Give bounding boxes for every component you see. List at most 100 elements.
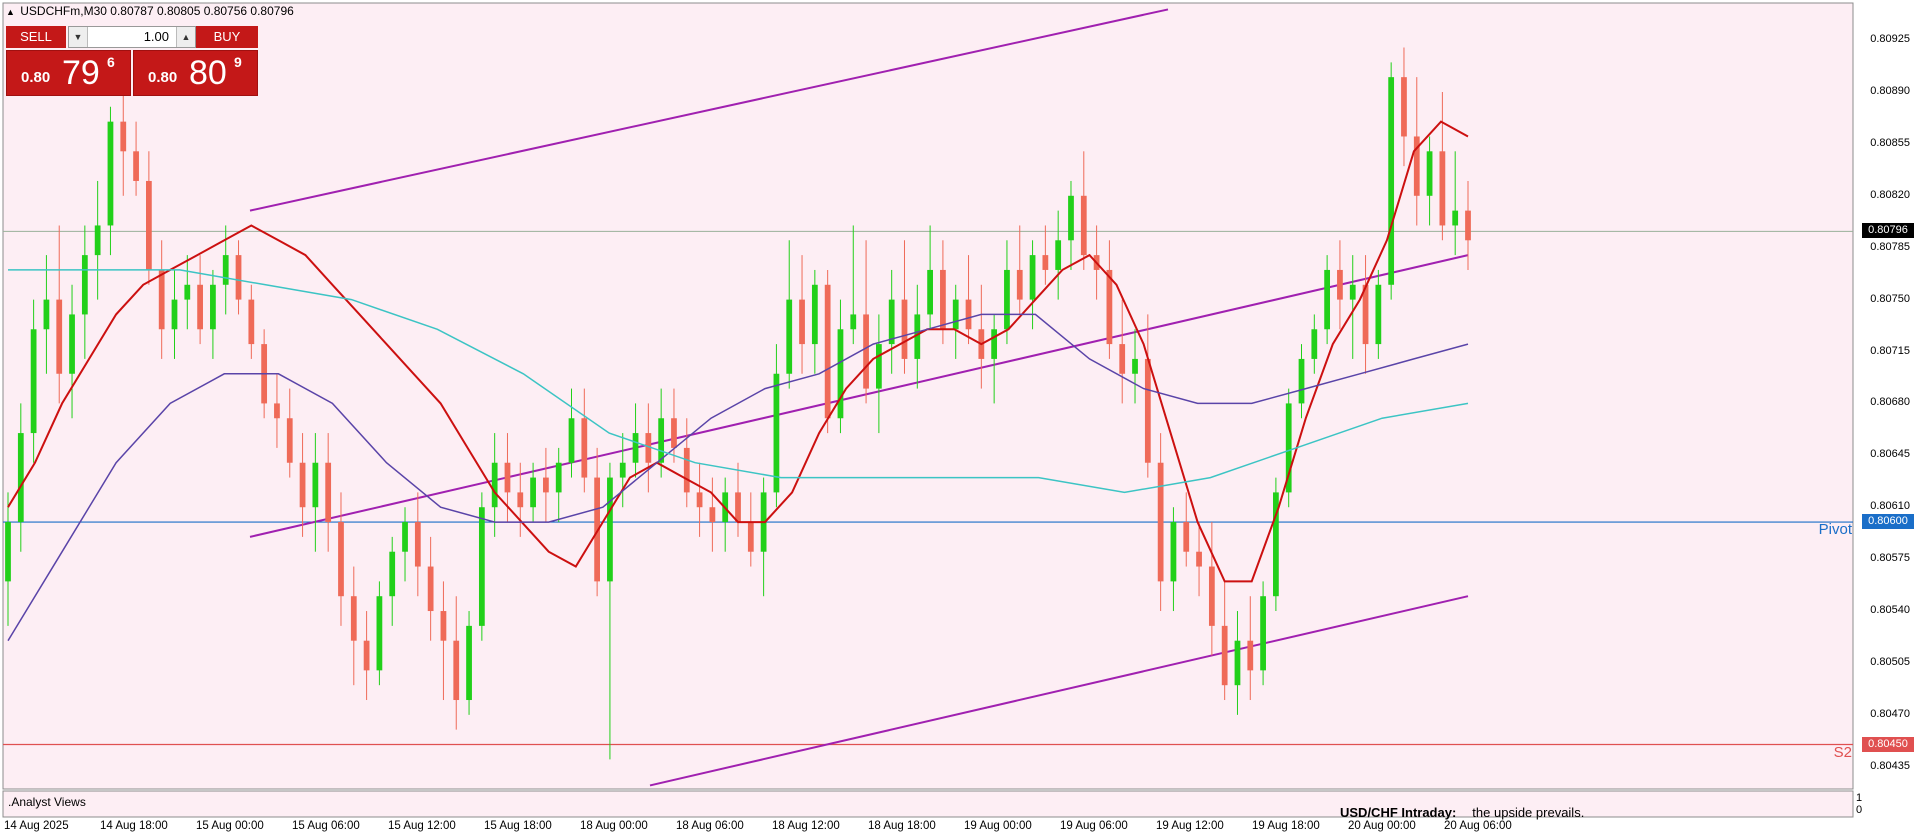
candle-body: [632, 433, 639, 463]
time-tick-label: 20 Aug 00:00: [1348, 820, 1416, 832]
candle-body: [1311, 329, 1318, 359]
candle-body: [940, 269, 946, 330]
price-tick-label: 0.80715: [1870, 344, 1910, 357]
candle-body: [863, 314, 869, 389]
analyst-news: USD/CHF Intraday: the upside prevails.: [1340, 805, 1584, 820]
volume-field[interactable]: ▼ 1.00 ▲: [68, 26, 196, 48]
candle-body: [402, 522, 408, 552]
candle-body: [363, 640, 370, 671]
indicator-name: .Analyst Views: [8, 795, 86, 809]
candle: [466, 611, 472, 715]
candle-body: [1221, 625, 1228, 686]
volume-decrease-icon[interactable]: ▼: [69, 27, 88, 47]
candle-body: [888, 299, 895, 345]
candle-body: [56, 299, 63, 374]
candle-body: [94, 225, 101, 256]
bid-sup: 6: [107, 54, 115, 70]
volume-value[interactable]: 1.00: [89, 27, 175, 47]
indicator-scale-bottom: 0: [1856, 804, 1863, 816]
candle-body: [197, 284, 203, 330]
price-tick-label: 0.80750: [1870, 292, 1910, 305]
candle-body: [427, 566, 434, 612]
news-text: the upside prevails.: [1472, 805, 1585, 820]
price-tick-label: 0.80925: [1870, 33, 1910, 46]
price-tick-label: 0.80610: [1870, 500, 1910, 513]
candle-body: [81, 255, 88, 315]
candle: [824, 269, 831, 434]
candle-body: [414, 522, 421, 567]
candle-body: [824, 284, 831, 419]
price-tick-label: 0.80890: [1870, 84, 1910, 97]
candle-body: [1426, 151, 1433, 196]
candle-body: [1439, 151, 1446, 226]
candle-body: [1183, 522, 1190, 552]
time-tick-label: 18 Aug 12:00: [772, 820, 840, 832]
bid-big: 79: [62, 54, 100, 92]
time-tick-label: 14 Aug 2025: [4, 820, 69, 832]
candle-body: [991, 329, 998, 359]
bid-price-button[interactable]: 0.80 79 6: [6, 50, 131, 96]
candle-body: [286, 418, 293, 463]
one-click-trading-panel: SELL ▼ 1.00 ▲ BUY 0.80 79 6 0.80 80 9: [6, 26, 258, 96]
price-chart[interactable]: [0, 0, 1916, 840]
time-tick-label: 15 Aug 18:00: [484, 820, 552, 832]
candle-body: [5, 522, 11, 582]
s2-label: S2: [1833, 743, 1852, 761]
candle-body: [811, 284, 818, 345]
candle-body: [683, 447, 690, 493]
candle-body: [568, 418, 575, 463]
candle-body: [1247, 640, 1254, 671]
candle-body: [478, 507, 485, 626]
time-tick-label: 19 Aug 00:00: [964, 820, 1032, 832]
sell-button[interactable]: SELL: [6, 26, 66, 48]
volume-increase-icon[interactable]: ▲: [176, 27, 195, 47]
candle-body: [927, 269, 933, 315]
candle-body: [1004, 269, 1010, 330]
candle-body: [325, 462, 332, 523]
candle-body: [312, 462, 319, 508]
candle-body: [1452, 210, 1459, 226]
s2-price-tag: 0.80450: [1862, 736, 1914, 752]
time-tick-label: 19 Aug 12:00: [1156, 820, 1224, 832]
symbol-title: ▲ USDCHFm,M30 0.80787 0.80805 0.80756 0.…: [6, 4, 294, 18]
candle-body: [350, 596, 357, 641]
price-tick-label: 0.80820: [1870, 188, 1910, 201]
candle-body: [1144, 358, 1151, 463]
candle-body: [735, 492, 741, 523]
candle-body: [1029, 255, 1036, 300]
price-tick-label: 0.80645: [1870, 448, 1910, 461]
candle-body: [274, 403, 280, 419]
candle-body: [607, 477, 613, 582]
time-tick-label: 18 Aug 18:00: [868, 820, 936, 832]
buy-button[interactable]: BUY: [196, 26, 258, 48]
candle-body: [1208, 566, 1215, 626]
candle-body: [837, 329, 844, 419]
candle-body: [952, 299, 959, 330]
candle-body: [1055, 240, 1062, 270]
candle-body: [1016, 269, 1023, 300]
candle-body: [1042, 255, 1049, 270]
candle-body: [901, 299, 908, 359]
time-tick-label: 15 Aug 12:00: [388, 820, 456, 832]
candle-body: [709, 507, 716, 523]
candle-body: [43, 299, 50, 330]
candle-body: [581, 418, 588, 478]
candle-body: [440, 611, 447, 641]
time-tick-label: 15 Aug 00:00: [196, 820, 264, 832]
price-tick-label: 0.80435: [1870, 759, 1910, 772]
candle-body: [1388, 77, 1395, 285]
time-tick-label: 19 Aug 18:00: [1252, 820, 1320, 832]
candle-body: [786, 299, 793, 374]
ask-price-button[interactable]: 0.80 80 9: [133, 50, 258, 96]
candle-body: [747, 522, 754, 552]
pivot-label: Pivot: [1818, 521, 1852, 539]
ask-prefix: 0.80: [148, 69, 178, 86]
time-tick-label: 19 Aug 06:00: [1060, 820, 1128, 832]
pivot-price-tag: 0.80600: [1862, 514, 1914, 530]
candle-body: [504, 462, 511, 493]
ask-big: 80: [189, 54, 227, 92]
time-tick-label: 14 Aug 18:00: [100, 820, 168, 832]
price-tick-label: 0.80505: [1870, 655, 1910, 668]
time-tick-label: 20 Aug 06:00: [1444, 820, 1512, 832]
candle-body: [145, 180, 152, 270]
